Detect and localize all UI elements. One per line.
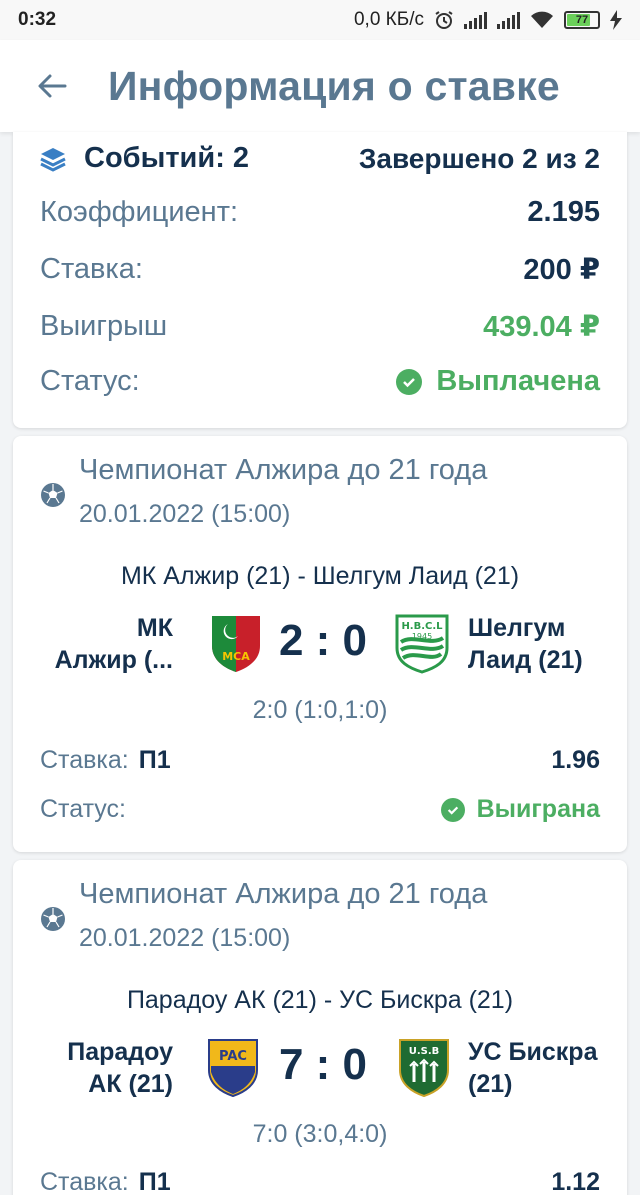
svg-text:H.B.C.L: H.B.C.L: [401, 621, 443, 632]
charging-icon: [610, 10, 622, 30]
completed-count: Завершено 2 из 2: [358, 142, 600, 174]
stake-row: Ставка: 200 ₽: [40, 252, 600, 287]
bet-type: П1: [138, 746, 171, 774]
home-team-name: Парадоу АК (21): [67, 1038, 173, 1098]
signal-icon: [497, 11, 520, 29]
win-value: 439.04 ₽: [483, 311, 600, 343]
status-value: Выплачена: [436, 365, 600, 397]
win-label: Выигрыш: [40, 310, 168, 342]
soccer-ball-icon: [41, 907, 65, 931]
events-row: Событий: 2 Завершено 2 из 2: [40, 142, 600, 175]
bet-type: П1: [138, 1168, 171, 1195]
away-team-logo-icon: U.S.B: [399, 1039, 449, 1098]
score-details: 2:0 (1:0,1:0): [252, 696, 388, 724]
check-circle-icon: [440, 797, 465, 822]
away-team-name: Шелгум Лаид (21): [468, 614, 583, 674]
page-title: Информация о ставке: [108, 62, 560, 109]
away-team-name: УС Бискра (21): [468, 1038, 598, 1098]
alarm-icon: [435, 11, 453, 29]
battery-level: 77: [575, 14, 589, 26]
layers-icon: [40, 147, 66, 172]
svg-text:MCA: MCA: [222, 650, 250, 663]
event-date: 20.01.2022 (15:00): [79, 500, 291, 528]
match-title: МК Алжир (21) - Шелгум Лаид (21): [120, 562, 520, 590]
status-row: Статус: Выплачена: [40, 365, 600, 398]
arrow-left-icon: [38, 74, 67, 98]
home-team-logo-icon: MCA: [212, 616, 260, 672]
league-name: Чемпионат Алжира до 21 года: [79, 454, 488, 486]
home-team-logo-icon: PAC: [208, 1039, 258, 1098]
status-label: Статус:: [40, 365, 140, 397]
svg-text:PAC: PAC: [219, 1049, 247, 1064]
event-status: Выиграна: [476, 795, 600, 823]
coef-row: Коэффициент: 2.195: [40, 196, 600, 229]
network-speed: 0,0 КБ/с: [353, 9, 424, 30]
bet-row: Ставка: П1: [40, 1168, 171, 1195]
match-score: 2 : 0: [278, 616, 368, 665]
score-details: 7:0 (3:0,4:0): [252, 1120, 388, 1148]
svg-text:1945: 1945: [412, 632, 432, 641]
league-name: Чемпионат Алжира до 21 года: [79, 878, 488, 910]
bet-row: Ставка: П1: [40, 746, 171, 775]
match-score: 7 : 0: [278, 1040, 368, 1089]
event-date: 20.01.2022 (15:00): [79, 924, 291, 952]
stake-value: 200 ₽: [523, 254, 600, 286]
check-circle-icon: [396, 368, 423, 395]
status-badge: Выплачена: [396, 365, 600, 398]
event-card[interactable]: Чемпионат Алжира до 21 года 20.01.2022 (…: [13, 860, 627, 1195]
battery-icon: 77: [564, 11, 600, 29]
match-title: Парадоу АК (21) - УС Бискра (21): [126, 986, 514, 1014]
bet-label: Ставка:: [40, 746, 129, 774]
bet-odds: 1.12: [551, 1168, 600, 1195]
event-status-label: Статус:: [40, 795, 126, 823]
app-header: Информация о ставке: [0, 40, 640, 132]
event-status-badge: Выиграна: [440, 795, 600, 824]
win-row: Выигрыш 439.04 ₽: [40, 309, 600, 344]
soccer-ball-icon: [41, 483, 65, 507]
status-icons: 0,0 КБ/с 77: [354, 9, 622, 31]
event-card[interactable]: Чемпионат Алжира до 21 года 20.01.2022 (…: [13, 436, 627, 852]
bet-odds: 1.96: [551, 746, 600, 774]
bet-summary-card: Событий: 2 Завершено 2 из 2 Коэффициент:…: [13, 132, 627, 428]
home-team-name: МК Алжир (...: [54, 614, 173, 674]
coef-value: 2.195: [527, 196, 600, 228]
clock: 0:32: [18, 9, 57, 30]
back-button[interactable]: [22, 56, 82, 116]
coef-label: Коэффициент:: [40, 196, 239, 228]
stake-label: Ставка:: [40, 253, 143, 285]
bet-label: Ставка:: [40, 1168, 129, 1195]
status-bar: 0:32 0,0 КБ/с 77: [0, 0, 640, 40]
svg-text:U.S.B: U.S.B: [409, 1046, 440, 1057]
wifi-icon: [531, 11, 553, 28]
events-count: Событий: 2: [84, 142, 250, 174]
away-team-logo-icon: H.B.C.L 1945: [395, 614, 449, 674]
signal-icon: [464, 11, 487, 29]
